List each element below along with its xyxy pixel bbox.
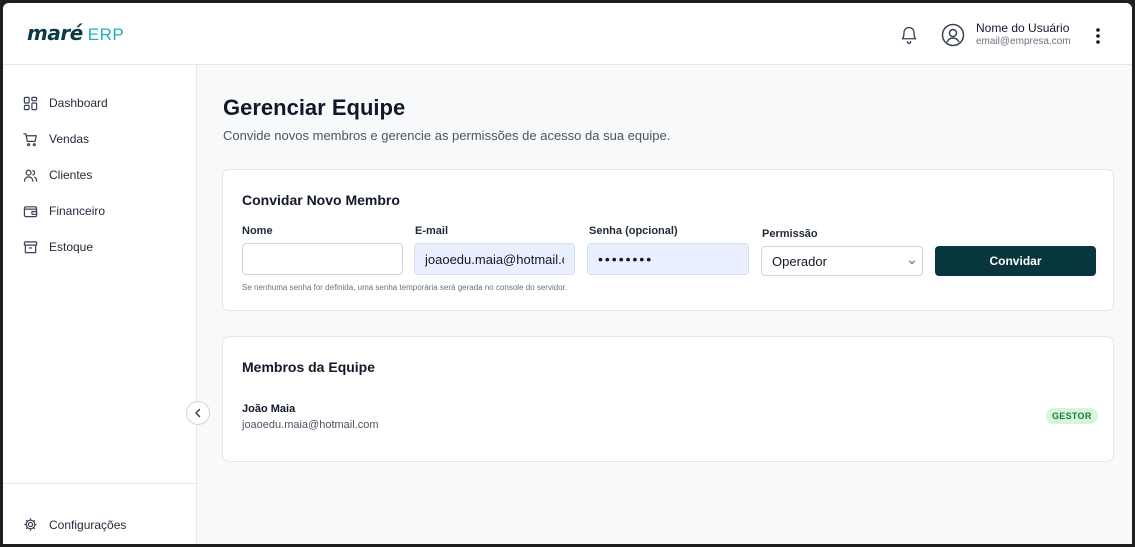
cart-icon — [23, 132, 37, 146]
member-email: joaoedu.maia@hotmail.com — [242, 419, 379, 431]
sidebar-item-dashboard[interactable]: Dashboard — [3, 85, 197, 121]
page-subtitle: Convide novos membros e gerencie as perm… — [223, 128, 671, 143]
sidebar-item-configuracoes[interactable]: Configurações — [23, 517, 126, 532]
password-help-text: Se nenhuma senha for definida, uma senha… — [242, 283, 568, 292]
brand-suffix: ERP — [87, 25, 125, 44]
invite-card-title: Convidar Novo Membro — [242, 192, 400, 208]
sidebar-nav: Dashboard Vendas Clientes Financeiro Est… — [3, 85, 197, 265]
name-label: Nome — [242, 225, 273, 237]
sidebar-item-label: Financeiro — [49, 204, 106, 218]
brand-logo[interactable]: maré ERP — [27, 21, 124, 45]
team-members-card: Membros da Equipe João Maia joaoedu.maia… — [222, 336, 1114, 462]
gear-icon — [24, 518, 37, 531]
email-label: E-mail — [415, 225, 449, 237]
users-icon — [23, 169, 38, 182]
main-content: Gerenciar Equipe Convide novos membros e… — [198, 65, 1132, 544]
member-name: João Maia — [242, 403, 296, 415]
top-header: maré ERP Nome do Usuário email@empresa.c… — [3, 3, 1132, 65]
sidebar-item-label: Configurações — [49, 517, 127, 532]
sidebar-item-vendas[interactable]: Vendas — [3, 121, 197, 157]
sidebar-item-clientes[interactable]: Clientes — [3, 157, 197, 193]
permission-selected-value: Operador — [772, 253, 827, 269]
page-title: Gerenciar Equipe — [223, 95, 406, 120]
more-options-icon[interactable] — [1088, 25, 1108, 47]
sidebar: Dashboard Vendas Clientes Financeiro Est… — [3, 65, 197, 544]
user-menu[interactable]: Nome do Usuário email@empresa.com — [976, 22, 1071, 47]
name-input[interactable] — [242, 243, 403, 275]
password-label: Senha (opcional) — [589, 225, 678, 237]
sidebar-item-financeiro[interactable]: Financeiro — [3, 193, 197, 229]
sidebar-item-label: Estoque — [49, 240, 94, 254]
avatar-icon[interactable] — [941, 23, 965, 47]
role-badge: GESTOR — [1046, 408, 1098, 424]
email-input[interactable] — [414, 243, 575, 275]
collapse-sidebar-button[interactable] — [186, 401, 210, 425]
app-window: maré ERP Nome do Usuário email@empresa.c… — [3, 3, 1132, 544]
chevron-left-icon — [195, 408, 201, 418]
brand-name: maré — [27, 21, 83, 45]
sidebar-item-label: Vendas — [49, 132, 90, 146]
bell-icon[interactable] — [899, 25, 919, 45]
user-email: email@empresa.com — [976, 36, 1071, 47]
dashboard-grid-icon — [23, 96, 38, 110]
members-card-title: Membros da Equipe — [242, 359, 376, 375]
chevron-down-icon — [908, 260, 916, 265]
sidebar-divider — [3, 483, 196, 484]
password-input[interactable] — [587, 243, 749, 275]
user-name: Nome do Usuário — [976, 21, 1070, 35]
permission-label: Permissão — [762, 228, 818, 240]
sidebar-item-label: Clientes — [49, 168, 93, 182]
invite-member-card: Convidar Novo Membro Nome E-mail Senha (… — [222, 169, 1114, 311]
permission-select[interactable]: Operador — [761, 246, 923, 276]
sidebar-item-estoque[interactable]: Estoque — [3, 229, 197, 265]
archive-icon — [23, 240, 38, 253]
invite-button[interactable]: Convidar — [935, 246, 1096, 276]
sidebar-item-label: Dashboard — [49, 96, 108, 110]
wallet-icon — [23, 205, 38, 217]
